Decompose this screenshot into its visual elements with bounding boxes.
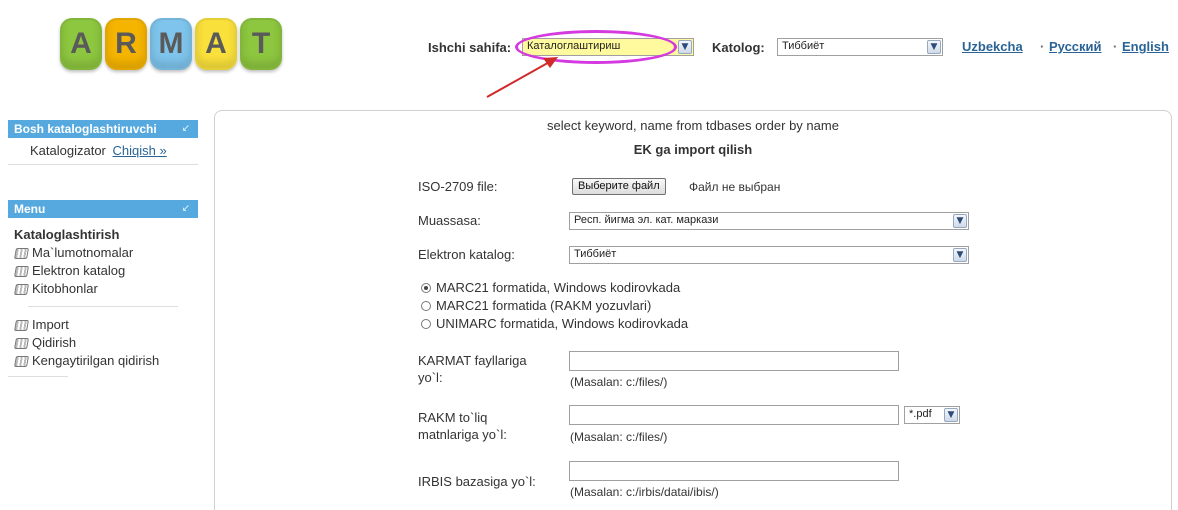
menu-item-label: Qidirish: [32, 335, 77, 350]
catalog-select-value: Тиббиёт: [782, 40, 825, 52]
irbis-path-hint: (Masalan: c:/irbis/datai/ibis/): [570, 485, 719, 499]
book-icon: [14, 318, 28, 332]
menu-item-label: Import: [32, 317, 69, 332]
logo-letter: M: [150, 18, 192, 70]
radio-button[interactable]: [421, 282, 431, 293]
menu-section-heading: Kataloglashtirish: [14, 227, 120, 242]
menu-item-malumotnomalar[interactable]: Ma`lumotnomalar: [14, 245, 198, 260]
menu-item-label: Kitobhonlar: [32, 281, 98, 296]
choose-file-button[interactable]: Выберите файл: [572, 178, 666, 195]
user-panel-title-text: Bosh kataloglashtiruvchi: [14, 122, 157, 136]
menu-item-qidirish[interactable]: Qidirish: [14, 335, 198, 350]
book-icon: [14, 354, 28, 368]
ecatalog-select[interactable]: Тиббиёт ▼: [569, 246, 969, 264]
logo-letter: T: [240, 18, 282, 70]
book-icon: [14, 264, 28, 278]
chevron-down-icon[interactable]: ▼: [678, 40, 692, 54]
rakm-path-hint: (Masalan: c:/files/): [570, 430, 668, 444]
menu-item-import[interactable]: Import: [14, 317, 198, 332]
institution-select-value: Респ. йигма эл. кат. маркази: [574, 214, 719, 226]
iso-file-label: ISO-2709 file:: [418, 179, 498, 194]
logo-letter: R: [105, 18, 147, 70]
collapse-icon[interactable]: ↙: [182, 123, 190, 134]
highlight-annotation: [515, 30, 677, 64]
radio-button[interactable]: [421, 318, 431, 329]
karmat-path-label: KARMAT fayllariga yo`l:: [418, 353, 527, 385]
catalog-label: Katolog:: [712, 40, 765, 55]
chevron-down-icon[interactable]: ▼: [953, 214, 967, 228]
sql-text: select keyword, name from tdbases order …: [547, 118, 839, 133]
ecatalog-label: Elektron katalog:: [418, 247, 515, 262]
book-icon: [14, 282, 28, 296]
page-title: EK ga import qilish: [633, 142, 753, 157]
chevron-down-icon[interactable]: ▼: [953, 248, 967, 262]
armat-logo[interactable]: A R M A T: [8, 8, 308, 78]
lang-uzbek-link[interactable]: Uzbekcha: [962, 39, 1023, 54]
collapse-icon[interactable]: ↙: [182, 203, 190, 214]
ecatalog-select-value: Тиббиёт: [574, 248, 617, 260]
radio-label: MARC21 formatida, Windows kodirovkada: [436, 280, 681, 295]
radio-label: MARC21 formatida (RAKM yozuvlari): [436, 298, 652, 313]
menu-item-label: Elektron katalog: [32, 263, 126, 278]
workpage-label: Ishchi sahifa:: [428, 40, 512, 55]
main-panel: [214, 110, 1172, 510]
rakm-path-label: RAKM to`liq matnlariga yo`l:: [418, 410, 507, 442]
lang-russian-link[interactable]: Русский: [1049, 39, 1102, 54]
menu-item-label: Ma`lumotnomalar: [32, 245, 134, 260]
institution-label: Muassasa:: [418, 213, 481, 228]
logo-letter: A: [195, 18, 237, 70]
irbis-path-label: IRBIS bazasiga yo`l:: [418, 474, 536, 489]
catalog-select[interactable]: Тиббиёт ▼: [777, 38, 943, 56]
logout-link[interactable]: Chiqish »: [113, 143, 167, 158]
format-radio-unimarc-win[interactable]: UNIMARC formatida, Windows kodirovkada: [421, 316, 688, 331]
radio-label: UNIMARC formatida, Windows kodirovkada: [436, 316, 689, 331]
menu-panel: Menu ↙ Kataloglashtirish Ma`lumotnomalar…: [8, 200, 198, 377]
lang-english-link[interactable]: English: [1122, 39, 1169, 54]
rakm-path-input[interactable]: [569, 405, 899, 425]
menu-panel-title-text: Menu: [14, 202, 46, 216]
user-panel-title: Bosh kataloglashtiruvchi ↙: [8, 120, 198, 138]
karmat-path-input[interactable]: [569, 351, 899, 371]
chevron-down-icon[interactable]: ▼: [927, 40, 941, 54]
logo-letter: A: [60, 18, 102, 70]
book-icon: [14, 246, 28, 260]
book-icon: [14, 336, 28, 350]
format-radio-marc21-win[interactable]: MARC21 formatida, Windows kodirovkada: [421, 280, 680, 295]
menu-panel-title: Menu ↙: [8, 200, 198, 218]
chevron-down-icon[interactable]: ▼: [944, 408, 958, 422]
rakm-ext-select[interactable]: *.pdf ▼: [904, 406, 960, 424]
menu-item-kengaytirilgan-qidirish[interactable]: Kengaytirilgan qidirish: [14, 353, 198, 368]
menu-panel-bottom: [8, 376, 68, 377]
user-panel: Bosh kataloglashtiruvchi ↙ Katalogizator…: [8, 120, 198, 165]
irbis-path-input[interactable]: [569, 461, 899, 481]
radio-button[interactable]: [421, 300, 431, 311]
menu-item-label: Kengaytirilgan qidirish: [32, 353, 160, 368]
institution-select[interactable]: Респ. йигма эл. кат. маркази ▼: [569, 212, 969, 230]
rakm-ext-value: *.pdf: [909, 408, 932, 420]
file-status: Файл не выбран: [689, 180, 781, 194]
lang-separator: ·: [1113, 39, 1118, 54]
menu-item-kitobhonlar[interactable]: Kitobhonlar: [14, 281, 198, 296]
karmat-path-hint: (Masalan: c:/files/): [570, 375, 668, 389]
user-role: Katalogizator: [30, 143, 106, 158]
format-radio-marc21-rakm[interactable]: MARC21 formatida (RAKM yozuvlari): [421, 298, 651, 313]
menu-divider: [28, 306, 178, 307]
lang-separator: ·: [1040, 39, 1045, 54]
menu-item-elektron-katalog[interactable]: Elektron katalog: [14, 263, 198, 278]
